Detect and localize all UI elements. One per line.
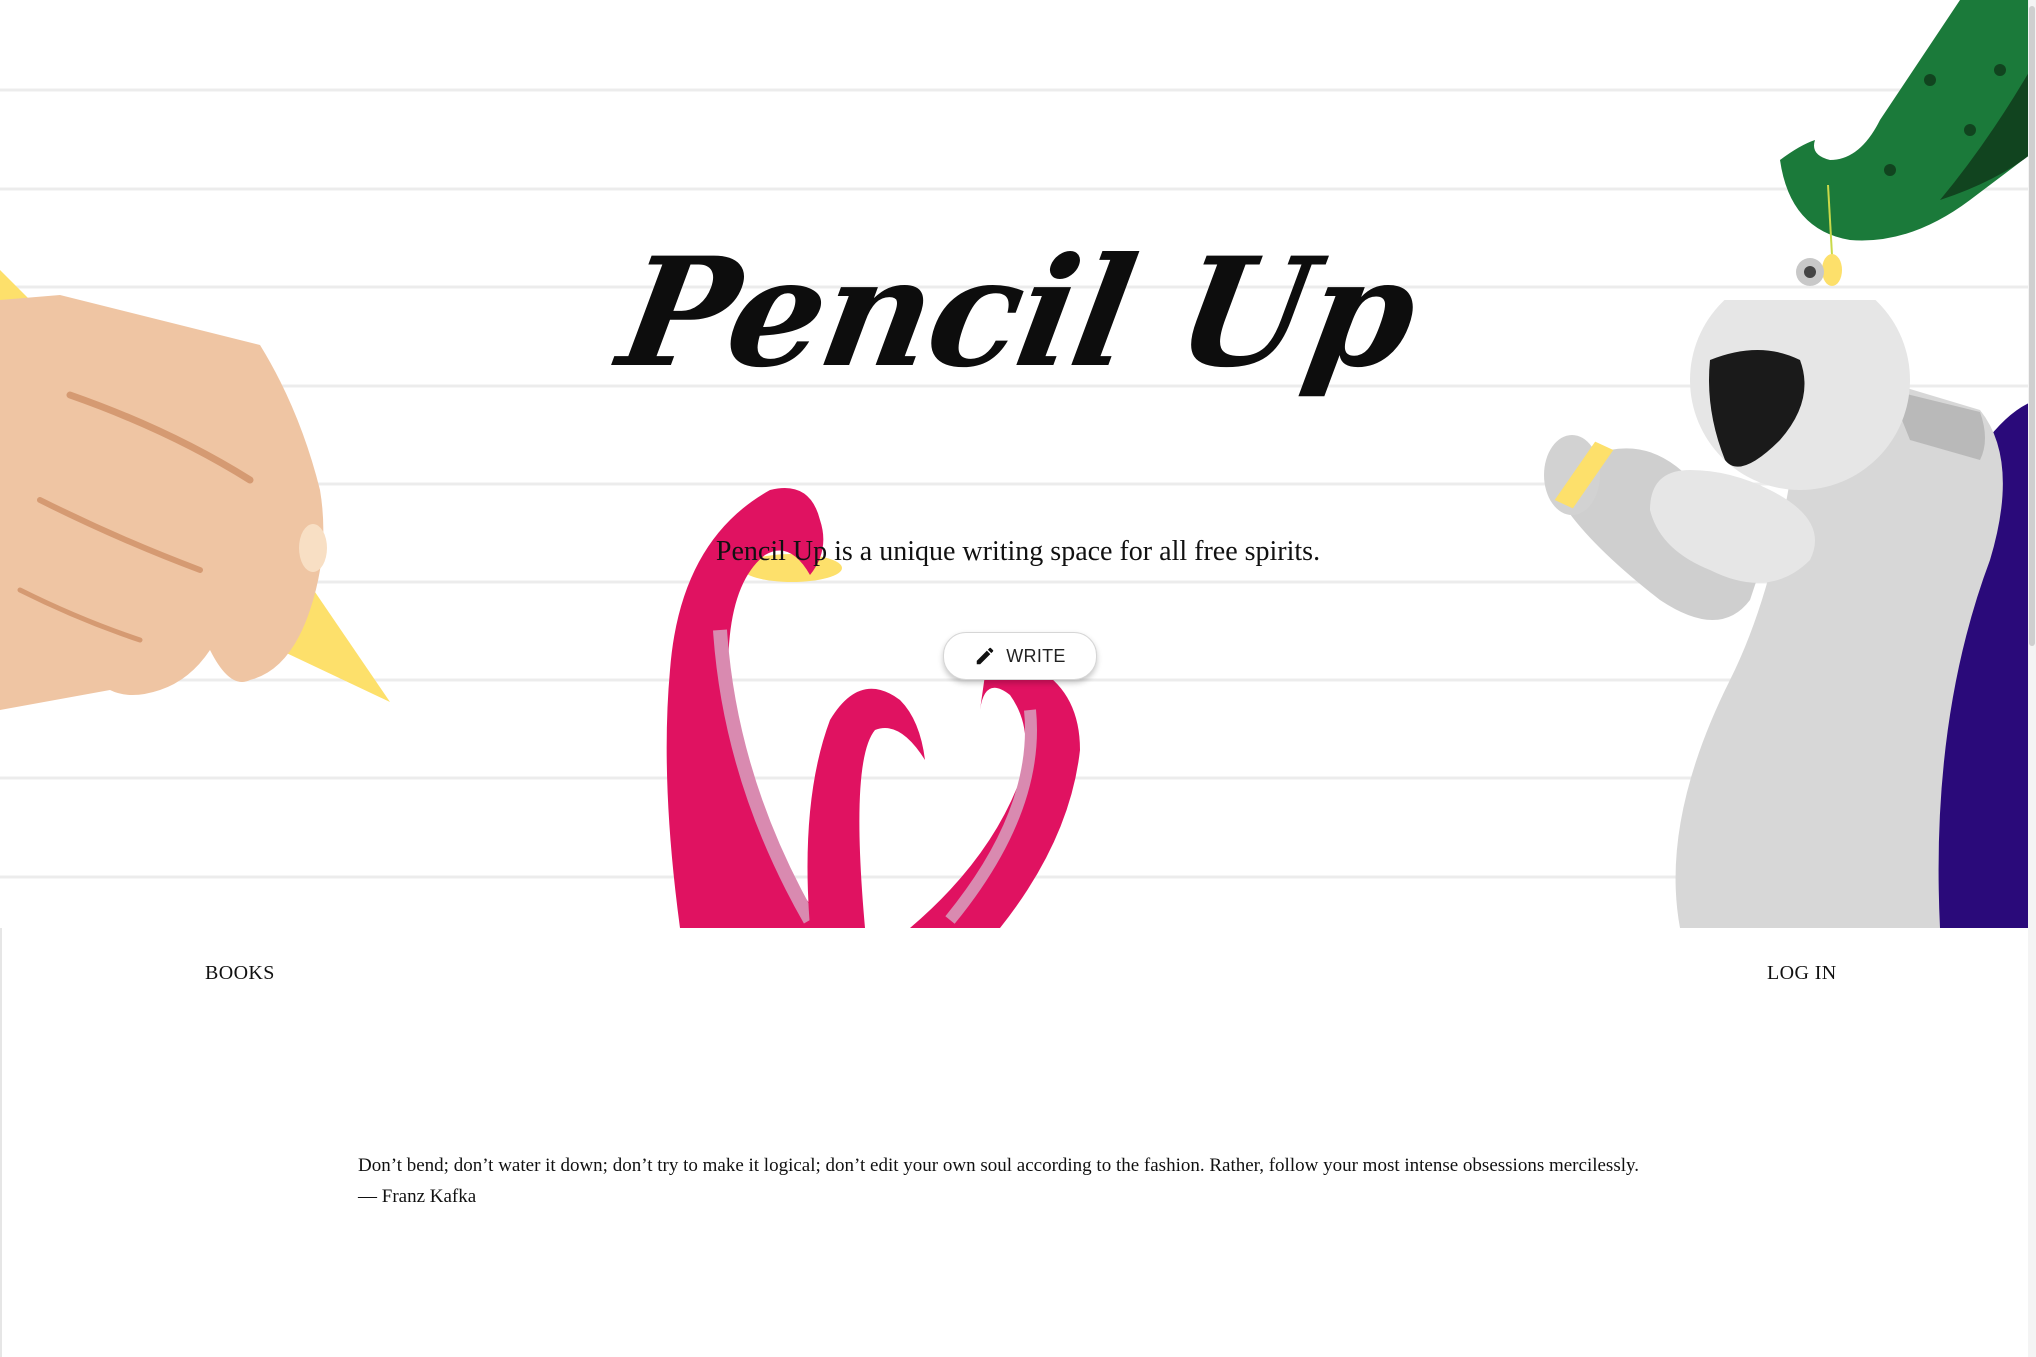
quote-text: Don’t bend; don’t water it down; don’t t… [358,1155,1640,1176]
nav-link-books[interactable]: BOOKS [205,962,275,985]
write-button[interactable]: WRITE [943,632,1097,680]
write-button-label: WRITE [1006,645,1066,666]
quote-author: — Franz Kafka [358,1186,477,1207]
quote-block: Don’t bend; don’t water it down; don’t t… [358,1150,1639,1212]
hero-banner [0,0,2036,928]
nav-link-login[interactable]: LOG IN [1767,962,1837,985]
scrollbar-thumb[interactable] [2029,6,2035,646]
pencil-icon [977,647,994,665]
hero-tagline: Pencil Up is a unique writing space for … [715,536,1321,567]
vertical-scrollbar[interactable] [2028,0,2036,1357]
page-title: Pencil Up [608,225,1428,401]
